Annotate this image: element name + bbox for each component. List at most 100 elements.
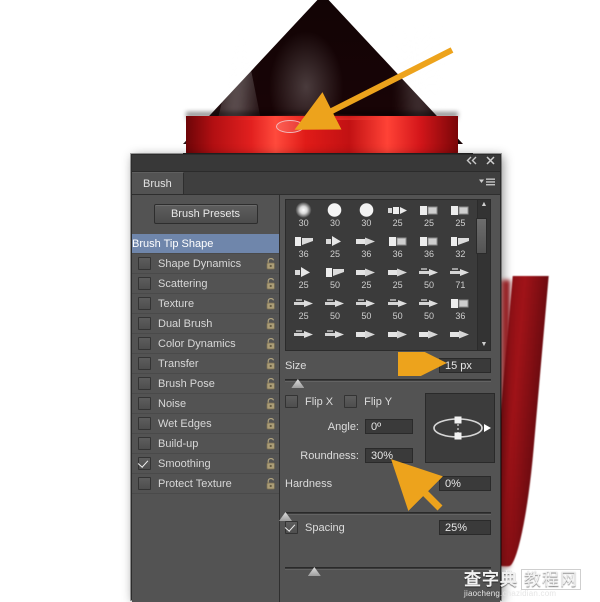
hardness-slider-track — [285, 512, 491, 515]
flip-x-checkbox[interactable] — [285, 395, 298, 408]
option-checkbox[interactable] — [138, 477, 151, 490]
brush-option-brush-pose[interactable]: Brush Pose — [132, 374, 279, 394]
hardness-slider[interactable] — [279, 509, 491, 521]
brush-tip-cell[interactable]: 50 — [319, 295, 350, 326]
brush-tip-cell[interactable] — [351, 326, 382, 350]
brush-tip-cell[interactable]: 50 — [319, 264, 350, 295]
flip-y-checkbox[interactable] — [344, 395, 358, 408]
brush-tip-cell[interactable]: 25 — [382, 202, 413, 233]
lock-icon[interactable] — [263, 457, 279, 470]
brush-tip-cell[interactable]: 30 — [319, 202, 350, 233]
roundness-input[interactable]: 30% — [365, 448, 413, 463]
brush-tip-cell[interactable]: 25 — [319, 233, 350, 264]
brush-tip-cell[interactable]: 25 — [288, 264, 319, 295]
brush-option-wet-edges[interactable]: Wet Edges — [132, 414, 279, 434]
brush-option-transfer[interactable]: Transfer — [132, 354, 279, 374]
option-label: Smoothing — [158, 457, 211, 470]
spacing-input[interactable]: 25% — [439, 520, 491, 535]
hardness-input[interactable]: 0% — [439, 476, 491, 491]
brush-option-color-dynamics[interactable]: Color Dynamics — [132, 334, 279, 354]
brush-angle-roundness-preview[interactable] — [425, 393, 495, 463]
lock-icon[interactable] — [263, 257, 279, 270]
option-checkbox[interactable] — [138, 417, 151, 430]
option-checkbox[interactable] — [138, 457, 151, 470]
brush-tip-fan-tip-icon — [324, 233, 346, 249]
option-checkbox[interactable] — [138, 437, 151, 450]
option-checkbox[interactable] — [138, 297, 151, 310]
brush-tip-cell[interactable]: 36 — [413, 233, 444, 264]
brush-tip-cell[interactable] — [413, 326, 444, 350]
lock-icon[interactable] — [263, 277, 279, 290]
option-checkbox[interactable] — [138, 397, 151, 410]
brush-option-smoothing[interactable]: Smoothing — [132, 454, 279, 474]
brush-tip-angled-tip-icon — [293, 233, 315, 249]
panel-tab-bar: Brush — [132, 172, 500, 195]
brush-tip-cell[interactable] — [288, 326, 319, 350]
brush-option-texture[interactable]: Texture — [132, 294, 279, 314]
lock-icon[interactable] — [263, 477, 279, 490]
close-icon[interactable] — [486, 156, 495, 165]
brush-presets-label: Brush Presets — [170, 208, 241, 220]
brush-tip-cell[interactable]: 25 — [413, 202, 444, 233]
brush-tip-cell[interactable]: 36 — [382, 233, 413, 264]
brush-tip-size: 25 — [361, 280, 372, 290]
option-checkbox[interactable] — [138, 377, 151, 390]
brush-tip-cell[interactable]: 25 — [445, 202, 476, 233]
brush-presets-button[interactable]: Brush Presets — [153, 204, 258, 224]
spacing-checkbox[interactable] — [285, 521, 298, 534]
brush-option-shape-dynamics[interactable]: Shape Dynamics — [132, 254, 279, 274]
brush-tip-cell[interactable]: 30 — [288, 202, 319, 233]
double-left-chevron-icon[interactable] — [466, 156, 477, 165]
scroll-down-arrow-icon[interactable]: ▼ — [481, 341, 488, 349]
lock-icon[interactable] — [263, 337, 279, 350]
option-checkbox[interactable] — [138, 277, 151, 290]
brush-tip-cell[interactable]: 71 — [445, 264, 476, 295]
size-slider[interactable] — [285, 376, 491, 388]
brush-tip-cell[interactable]: 36 — [288, 233, 319, 264]
spacing-slider[interactable] — [285, 564, 491, 576]
option-checkbox[interactable] — [138, 257, 151, 270]
brush-option-build-up[interactable]: Build-up — [132, 434, 279, 454]
brush-tip-cell[interactable]: 25 — [351, 264, 382, 295]
option-checkbox[interactable] — [138, 317, 151, 330]
lock-icon[interactable] — [263, 417, 279, 430]
brush-tip-textured-point-icon — [418, 264, 440, 280]
angle-input[interactable]: 0º — [365, 419, 413, 434]
lock-icon[interactable] — [263, 377, 279, 390]
brush-tip-cell[interactable]: 50 — [413, 264, 444, 295]
brush-tip-cell[interactable]: 50 — [413, 295, 444, 326]
brush-tip-cell[interactable] — [319, 326, 350, 350]
option-checkbox[interactable] — [138, 337, 151, 350]
lock-icon[interactable] — [263, 437, 279, 450]
lock-icon[interactable] — [263, 317, 279, 330]
brush-tip-cell[interactable]: 36 — [445, 295, 476, 326]
brush-option-dual-brush[interactable]: Dual Brush — [132, 314, 279, 334]
brush-tip-square-tip-icon — [449, 295, 471, 311]
panel-menu-icon[interactable] — [474, 172, 500, 194]
lock-icon[interactable] — [263, 297, 279, 310]
brush-option-scattering[interactable]: Scattering — [132, 274, 279, 294]
brush-tip-grid[interactable]: 30 30 30 25 25 25 36 25 36 36 36 32 25 50 25 25 50 71 25 50… — [285, 199, 491, 351]
brush-tip-cell[interactable] — [382, 326, 413, 350]
lock-icon[interactable] — [263, 357, 279, 370]
brush-tip-cell[interactable]: 36 — [351, 233, 382, 264]
brush-stroke-ellipse — [276, 120, 304, 133]
brush-tip-size: 25 — [423, 218, 434, 228]
brush-tip-size: 30 — [298, 218, 309, 228]
tab-brush[interactable]: Brush — [132, 172, 184, 194]
brush-tip-cell[interactable]: 25 — [288, 295, 319, 326]
brush-tip-cell[interactable]: 32 — [445, 233, 476, 264]
brush-option-noise[interactable]: Noise — [132, 394, 279, 414]
size-input[interactable]: 15 px — [439, 358, 491, 373]
option-checkbox[interactable] — [138, 357, 151, 370]
brush-tip-cell[interactable]: 25 — [382, 264, 413, 295]
lock-icon[interactable] — [263, 397, 279, 410]
brush-tip-cell[interactable] — [445, 326, 476, 350]
brush-tip-cell[interactable]: 50 — [351, 295, 382, 326]
brush-option-brush-tip-shape[interactable]: Brush Tip Shape — [132, 234, 279, 254]
brush-tip-cell[interactable]: 50 — [382, 295, 413, 326]
scroll-up-arrow-icon[interactable]: ▲ — [481, 201, 488, 209]
brush-option-protect-texture[interactable]: Protect Texture — [132, 474, 279, 494]
brush-grid-scroll-thumb[interactable] — [476, 218, 487, 254]
brush-tip-cell[interactable]: 30 — [351, 202, 382, 233]
